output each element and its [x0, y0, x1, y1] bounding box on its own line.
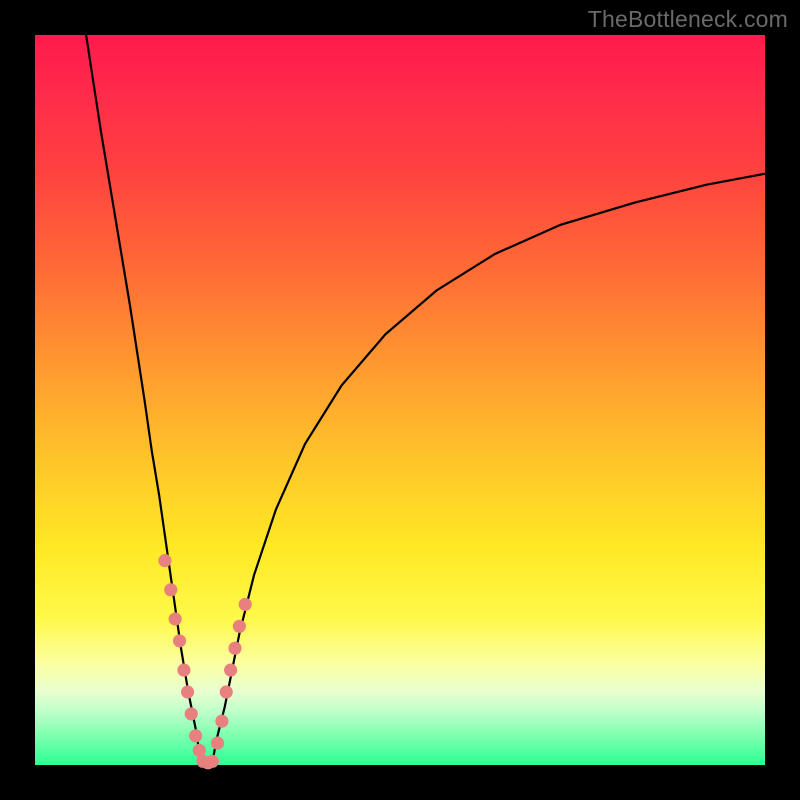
data-marker — [177, 664, 190, 677]
data-marker — [228, 642, 241, 655]
data-marker — [169, 612, 182, 625]
marker-group — [158, 554, 251, 769]
data-marker — [224, 664, 237, 677]
data-marker — [158, 554, 171, 567]
data-marker — [173, 634, 186, 647]
data-marker — [220, 685, 233, 698]
data-marker — [239, 598, 252, 611]
curve-right-branch — [212, 174, 765, 765]
data-marker — [189, 729, 202, 742]
data-marker — [206, 755, 219, 768]
data-marker — [233, 620, 246, 633]
data-marker — [215, 715, 228, 728]
data-marker — [211, 737, 224, 750]
plot-area — [35, 35, 765, 765]
curve-left-branch — [86, 35, 201, 765]
curve-layer — [35, 35, 765, 765]
data-marker — [181, 685, 194, 698]
data-marker — [185, 707, 198, 720]
data-marker — [164, 583, 177, 596]
chart-frame: TheBottleneck.com — [0, 0, 800, 800]
watermark-text: TheBottleneck.com — [588, 6, 788, 33]
